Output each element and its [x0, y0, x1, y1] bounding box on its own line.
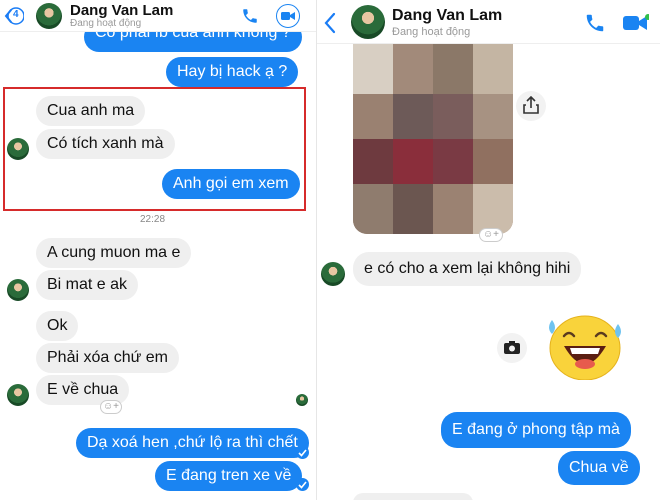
message-bubble-incoming[interactable]: Phải xóa chứ em: [36, 343, 179, 373]
right-chat-panel: Dang Van Lam Đang hoạt động ☺+ e có cho …: [316, 0, 660, 500]
left-chat-panel: 4 Dang Van Lam Đang hoạt động Có phải fb…: [0, 0, 316, 500]
video-call-button[interactable]: [276, 4, 300, 28]
laughing-emoji[interactable]: [542, 312, 624, 380]
add-reaction-icon[interactable]: ☺+: [100, 400, 122, 414]
message-bubble-outgoing[interactable]: Hay bị hack ạ ?: [166, 57, 299, 87]
message-bubble-outgoing[interactable]: E đang ở phong tập mà: [441, 412, 631, 448]
seen-avatar: [296, 394, 308, 406]
contact-name: Dang Van Lam: [392, 7, 503, 24]
camera-button[interactable]: [497, 333, 527, 363]
phone-icon: [586, 14, 604, 32]
sender-avatar[interactable]: [7, 279, 29, 301]
active-status: Đang hoạt động: [392, 26, 471, 38]
sent-check-icon: [296, 478, 309, 491]
avatar[interactable]: [36, 3, 62, 29]
chat-header-left: 4 Dang Van Lam Đang hoạt động: [0, 0, 316, 32]
phone-button[interactable]: [584, 12, 606, 39]
sender-avatar[interactable]: [7, 138, 29, 160]
pixelated-photo: [353, 44, 513, 234]
share-button[interactable]: [516, 91, 546, 121]
share-icon: [523, 96, 539, 114]
phone-icon: [243, 9, 257, 23]
chat-header-right: Dang Van Lam Đang hoạt động: [317, 0, 660, 44]
message-bubble-outgoing[interactable]: E đang tren xe về: [155, 461, 303, 491]
message-bubble-incoming[interactable]: Có tích xanh mà: [36, 129, 175, 159]
video-camera-icon: [623, 14, 651, 30]
back-button[interactable]: 4: [4, 6, 25, 26]
back-chevron-icon: [324, 12, 336, 34]
sender-avatar[interactable]: [7, 384, 29, 406]
message-bubble-incoming[interactable]: Ok: [36, 311, 79, 341]
message-bubble-incoming[interactable]: A cung muon ma e: [36, 238, 192, 268]
message-bubble-outgoing[interactable]: Dạ xoá hen ,chứ lộ ra thì chết: [76, 428, 309, 458]
timestamp: 22:28: [140, 214, 166, 225]
video-camera-icon: [281, 12, 295, 20]
message-bubble-incoming[interactable]: Bi mat e ak: [36, 270, 139, 300]
message-bubble-incoming[interactable]: Cua anh ma: [36, 96, 146, 126]
message-bubble-incoming[interactable]: e có cho a xem lại không hihi: [353, 252, 582, 286]
partial-bubble: [353, 493, 473, 500]
avatar[interactable]: [351, 5, 385, 39]
back-count-badge: 4: [13, 9, 19, 20]
message-bubble-outgoing[interactable]: Chua về: [558, 451, 640, 485]
active-status: Đang hoạt động: [70, 18, 142, 29]
sender-avatar[interactable]: [321, 262, 345, 286]
sent-check-icon: [296, 446, 309, 459]
video-call-button[interactable]: [623, 14, 651, 37]
phone-button[interactable]: [241, 7, 259, 30]
add-reaction-icon[interactable]: ☺+: [479, 228, 503, 242]
message-bubble-outgoing[interactable]: Anh gọi em xem: [162, 169, 300, 199]
camera-icon: [504, 341, 520, 354]
pixelated-image[interactable]: [353, 44, 513, 234]
back-button[interactable]: [323, 12, 337, 39]
contact-name: Dang Van Lam: [70, 2, 174, 19]
